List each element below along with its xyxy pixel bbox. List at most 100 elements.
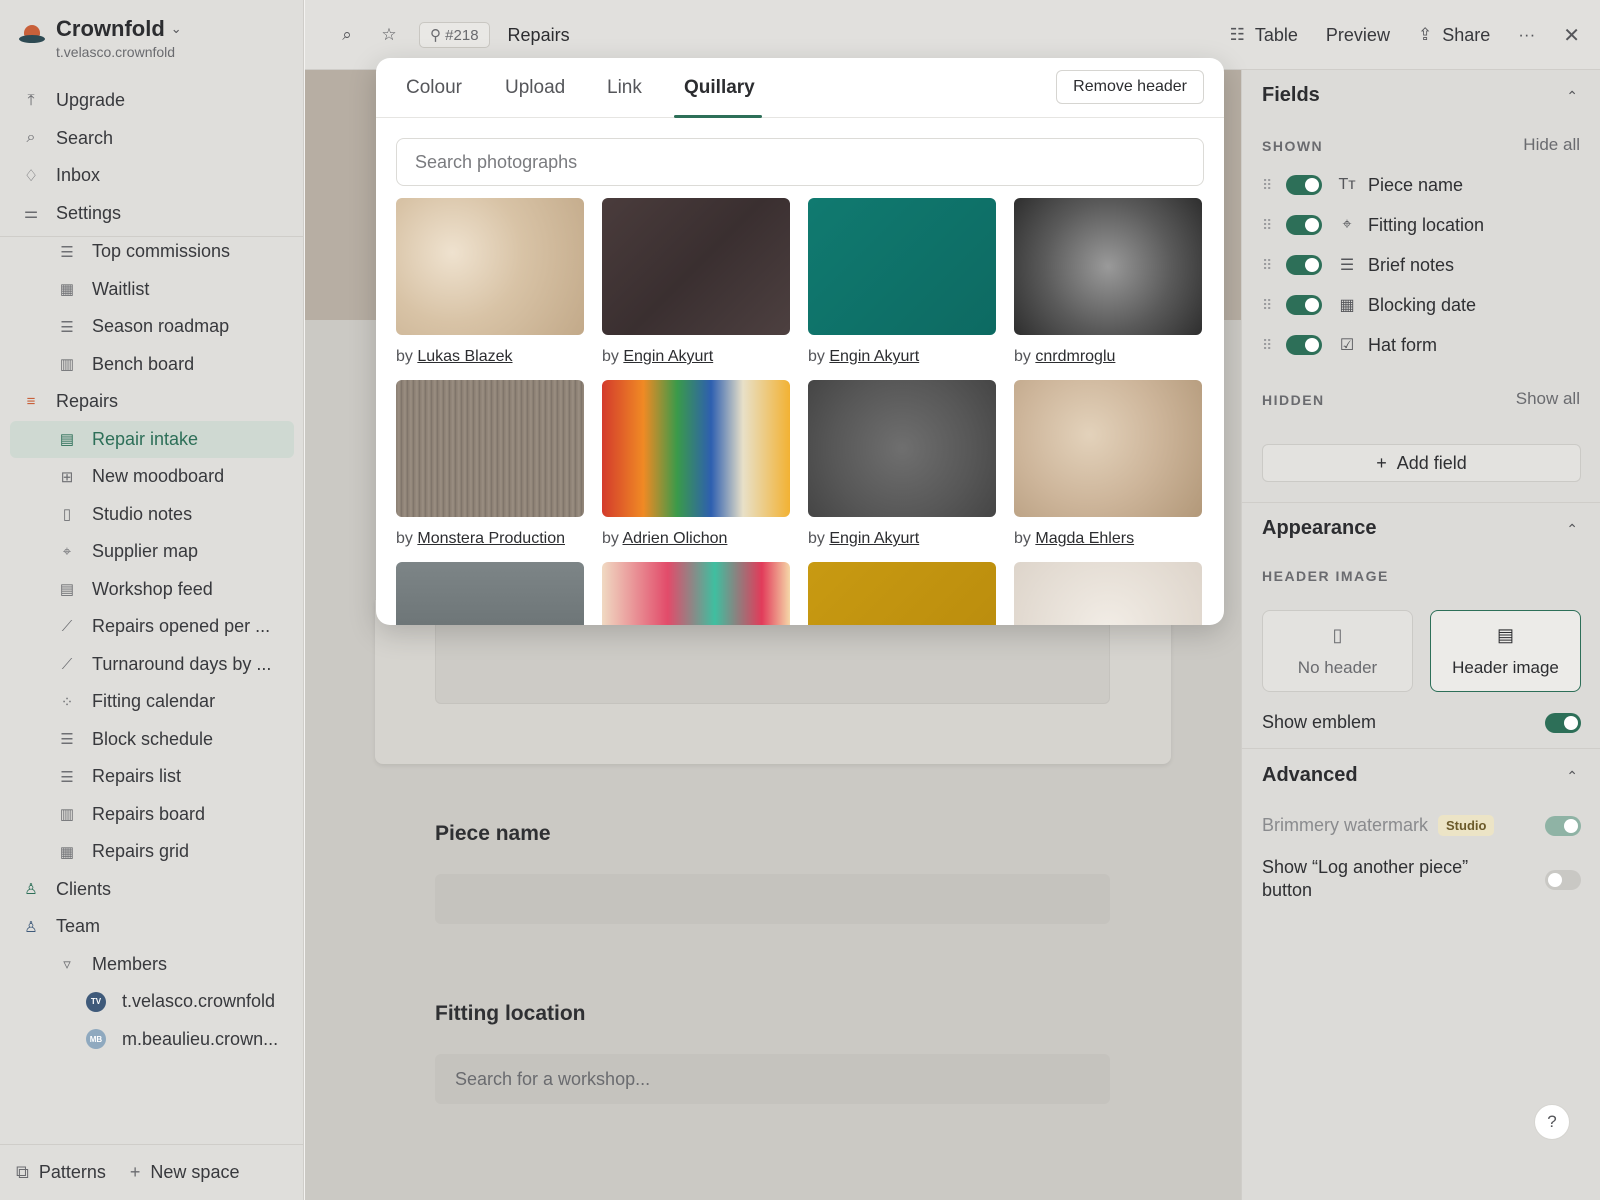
tab-upload[interactable]: Upload: [505, 58, 565, 118]
help-button[interactable]: ?: [1534, 1104, 1570, 1140]
chevron-up-icon[interactable]: ⌃: [1566, 88, 1578, 105]
photo-thumbnail[interactable]: [396, 198, 584, 335]
photo-thumbnail[interactable]: [396, 562, 584, 625]
piece-name-input[interactable]: [435, 874, 1110, 924]
photo-author-link[interactable]: Engin Akyurt: [829, 348, 919, 365]
tab-link[interactable]: Link: [607, 58, 642, 118]
studio-badge: Studio: [1438, 815, 1495, 836]
avatar: MB: [86, 1029, 106, 1050]
field-visibility-toggle[interactable]: [1286, 295, 1322, 315]
drag-handle-icon[interactable]: ⠿: [1262, 217, 1274, 234]
field-visibility-toggle[interactable]: [1286, 175, 1322, 195]
sidebar-item[interactable]: ▥ Bench board: [10, 346, 294, 384]
sidebar-item[interactable]: MB m.beaulieu.crown...: [10, 1021, 294, 1059]
nav-settings[interactable]: ⚌ Settings: [10, 195, 294, 233]
chevron-up-icon[interactable]: ⌃: [1566, 768, 1578, 785]
intro-description-field[interactable]: [435, 620, 1110, 704]
photo-author-link[interactable]: Monstera Production: [417, 530, 565, 547]
sidebar-item[interactable]: ▤ Workshop feed: [10, 571, 294, 609]
drag-handle-icon[interactable]: ⠿: [1262, 337, 1274, 354]
photo-thumbnail[interactable]: [808, 562, 996, 625]
add-field-button[interactable]: + Add field: [1262, 444, 1581, 482]
share-button[interactable]: ⇪ Share: [1418, 25, 1490, 46]
show-emblem-toggle[interactable]: [1545, 712, 1581, 733]
pin-icon: ⌖: [62, 543, 72, 561]
photo-author-link[interactable]: Magda Ehlers: [1035, 530, 1134, 547]
sidebar-item[interactable]: ▤ Repair intake: [10, 420, 294, 458]
no-header-option[interactable]: ▯ No header: [1262, 610, 1413, 692]
photo-thumbnail[interactable]: [808, 198, 996, 335]
drag-handle-icon[interactable]: ⠿: [1262, 297, 1274, 314]
nav-inbox[interactable]: ♢ Inbox: [10, 157, 294, 195]
tab-quillary[interactable]: Quillary: [684, 58, 755, 118]
new-space-button[interactable]: + New space: [130, 1162, 240, 1183]
sidebar-item[interactable]: ☰ Repairs list: [10, 758, 294, 796]
sidebar-item[interactable]: ⟋ Turnaround days by ...: [10, 646, 294, 684]
fitting-location-input[interactable]: Search for a workshop...: [435, 1054, 1110, 1104]
log-another-toggle[interactable]: [1545, 870, 1581, 890]
sidebar-item[interactable]: ♙ Team: [10, 908, 294, 946]
nav-upgrade[interactable]: ⤒ Upgrade: [10, 82, 294, 120]
grid-icon: ▦: [59, 281, 75, 299]
preview-button[interactable]: Preview: [1326, 25, 1390, 46]
nav-search[interactable]: ⌕ Search: [10, 120, 294, 158]
photo-search-input[interactable]: Search photographs: [396, 138, 1204, 186]
sidebar-item[interactable]: ▯ Studio notes: [10, 496, 294, 534]
workspace-switcher[interactable]: Crownfold ⌄ t.velasco.crownfold: [18, 16, 182, 60]
show-emblem-row: Show emblem: [1262, 712, 1581, 733]
photo-author-link[interactable]: Engin Akyurt: [829, 530, 919, 547]
photo-author-link[interactable]: Lukas Blazek: [417, 348, 512, 365]
photo-thumbnail[interactable]: [1014, 380, 1202, 517]
more-icon[interactable]: ···: [1518, 25, 1535, 45]
show-all-button[interactable]: Show all: [1516, 389, 1580, 409]
sidebar-item[interactable]: ⁘ Fitting calendar: [10, 683, 294, 721]
photo-thumbnail[interactable]: [602, 198, 790, 335]
tab-colour[interactable]: Colour: [406, 58, 462, 118]
watermark-toggle[interactable]: [1545, 815, 1581, 836]
table-icon: ☷: [1229, 25, 1245, 44]
sidebar-item[interactable]: ▦ Waitlist: [10, 271, 294, 309]
photo-author-link[interactable]: Adrien Olichon: [622, 530, 727, 547]
sidebar-item[interactable]: ☰ Block schedule: [10, 721, 294, 759]
photo-thumbnail[interactable]: [1014, 198, 1202, 335]
sidebar-item[interactable]: TV t.velasco.crownfold: [10, 983, 294, 1021]
sidebar-item[interactable]: ⌖ Supplier map: [10, 533, 294, 571]
sidebar-item-label: Team: [56, 916, 101, 937]
field-visibility-toggle[interactable]: [1286, 335, 1322, 355]
photo-author-link[interactable]: Engin Akyurt: [623, 348, 713, 365]
patterns-button[interactable]: ⧉ Patterns: [16, 1162, 106, 1183]
photo-thumbnail[interactable]: [602, 562, 790, 625]
star-icon[interactable]: ☆: [377, 25, 401, 45]
sidebar-item[interactable]: ♙ Clients: [10, 871, 294, 909]
sidebar-item[interactable]: ☰ Top commissions: [10, 233, 294, 271]
sidebar-item[interactable]: ⟋ Repairs opened per ...: [10, 608, 294, 646]
sidebar: Crownfold ⌄ t.velasco.crownfold ⤒ Upgrade …: [0, 0, 304, 1200]
close-icon[interactable]: ✕: [1563, 23, 1580, 48]
photo-thumbnail[interactable]: [1014, 562, 1202, 625]
chevron-up-icon[interactable]: ⌃: [1566, 521, 1578, 538]
sidebar-item[interactable]: ▥ Repairs board: [10, 796, 294, 834]
field-name: Blocking date: [1368, 294, 1477, 315]
field-visibility-toggle[interactable]: [1286, 255, 1322, 275]
sidebar-item[interactable]: ⊞ New moodboard: [10, 458, 294, 496]
form-icon: ▤: [59, 431, 75, 449]
drag-handle-icon[interactable]: ⠿: [1262, 177, 1274, 194]
sidebar-item[interactable]: ▿ Members: [10, 946, 294, 984]
record-id-badge[interactable]: ⚲ #218: [419, 22, 490, 48]
sidebar-item[interactable]: ≡ Repairs: [10, 383, 294, 421]
drag-handle-icon[interactable]: ⠿: [1262, 257, 1274, 274]
field-visibility-toggle[interactable]: [1286, 215, 1322, 235]
sidebar-item[interactable]: ▦ Repairs grid: [10, 833, 294, 871]
header-image-option[interactable]: ▤ Header image: [1430, 610, 1581, 692]
photo-thumbnail[interactable]: [808, 380, 996, 517]
remove-header-button[interactable]: Remove header: [1056, 70, 1204, 104]
sidebar-item-label: m.beaulieu.crown...: [122, 1028, 279, 1049]
photo-thumbnail[interactable]: [602, 380, 790, 517]
search-icon[interactable]: ⌕: [335, 25, 359, 45]
sidebar-item[interactable]: ☰ Season roadmap: [10, 308, 294, 346]
photo-author-link[interactable]: cnrdmroglu: [1035, 348, 1115, 365]
table-button[interactable]: ☷ Table: [1230, 25, 1298, 46]
photo-thumbnail[interactable]: [396, 380, 584, 517]
fields-section-title: Fields: [1262, 84, 1320, 106]
hide-all-button[interactable]: Hide all: [1523, 135, 1580, 155]
